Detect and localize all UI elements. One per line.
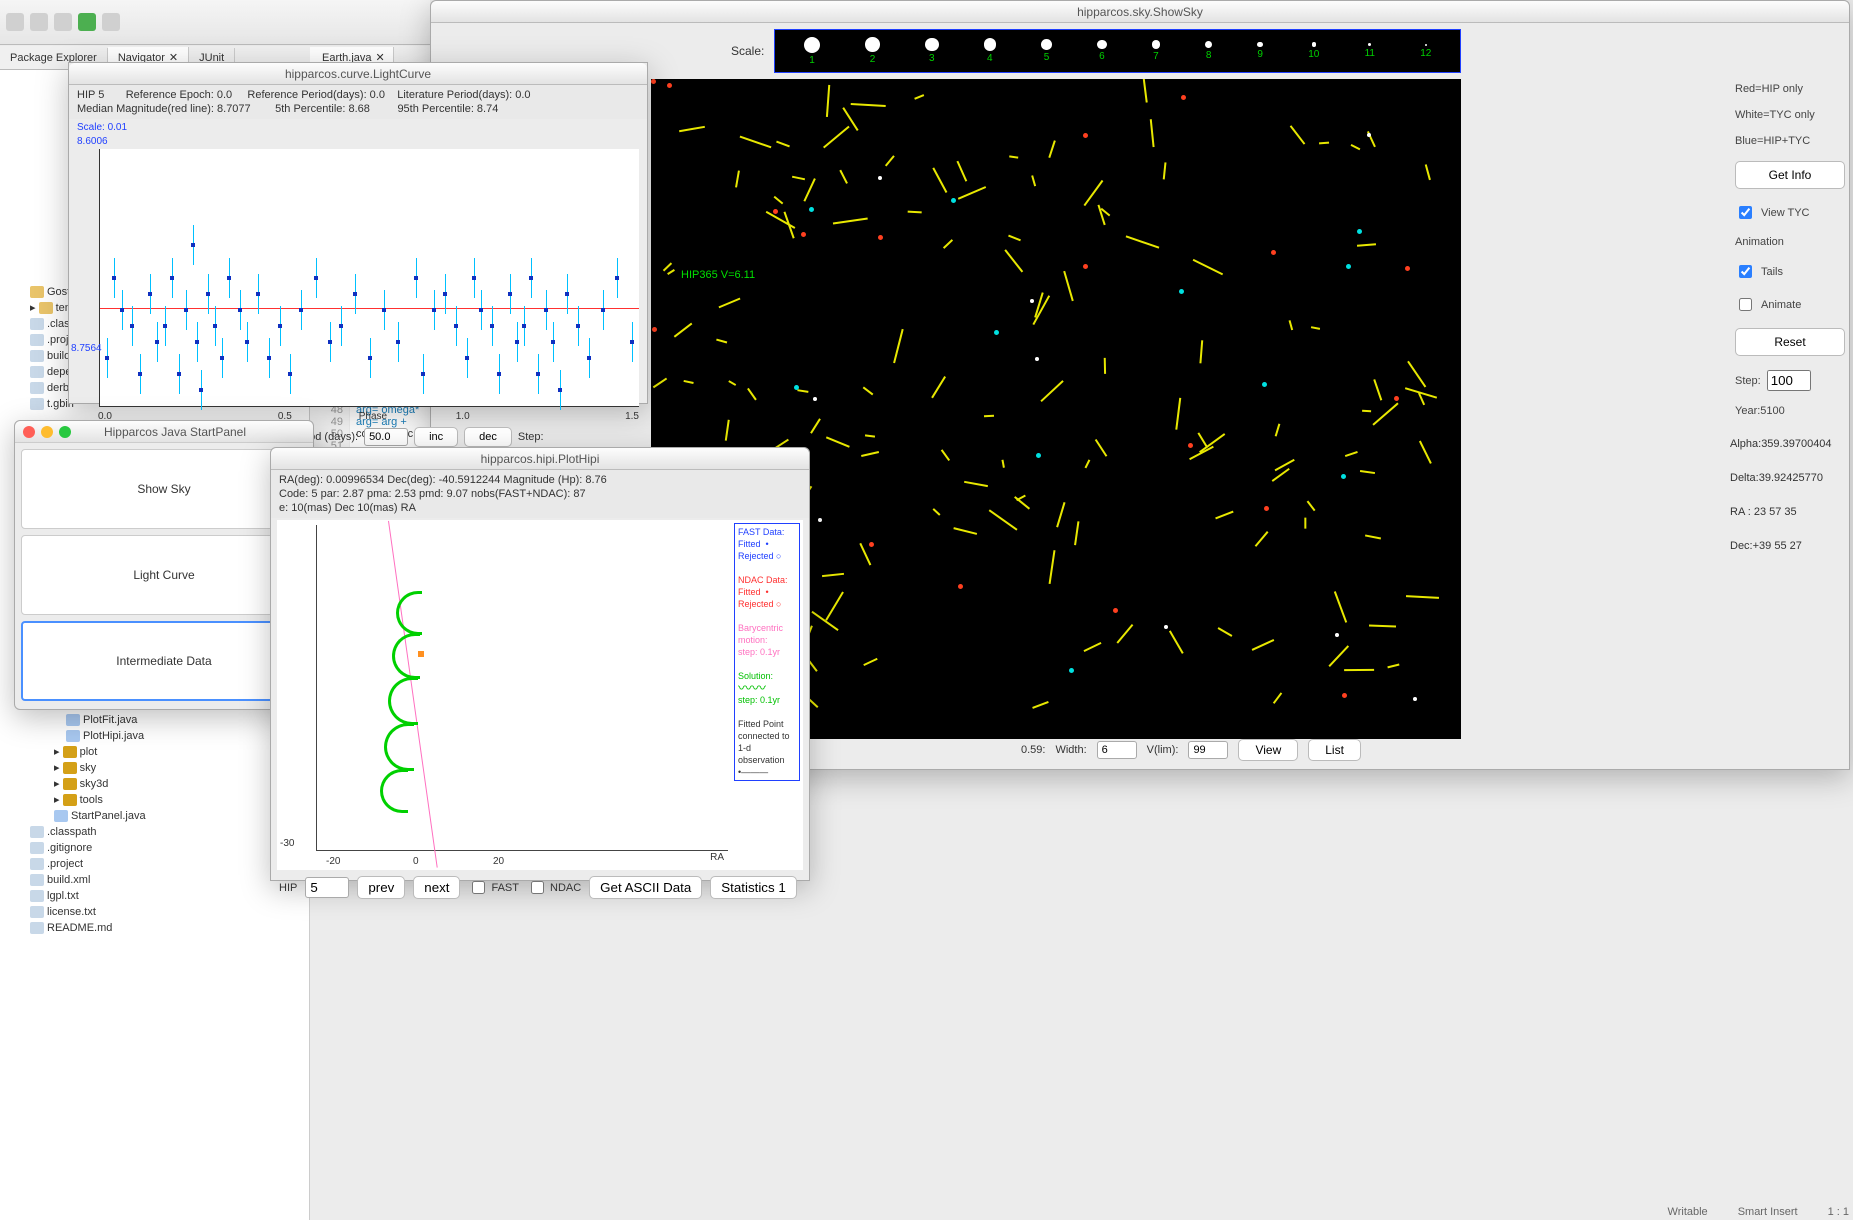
- lightcurve-window: hipparcos.curve.LightCurve HIP 5 Referen…: [68, 62, 648, 404]
- x-axis-label: Phase: [359, 411, 387, 422]
- x-tick: -20: [326, 856, 340, 867]
- tree-file[interactable]: PlotHipi.java: [2, 728, 307, 744]
- x-axis: [316, 850, 728, 851]
- tree-file[interactable]: PlotFit.java: [2, 712, 307, 728]
- x-tick: 0: [413, 856, 419, 867]
- show-sky-button[interactable]: Show Sky: [21, 449, 307, 529]
- next-button[interactable]: next: [413, 876, 460, 899]
- median-line: [100, 308, 639, 309]
- vlim-label: V(lim):: [1147, 744, 1179, 756]
- list-button[interactable]: List: [1308, 739, 1361, 761]
- tree-file[interactable]: license.txt: [2, 904, 307, 920]
- debug-icon[interactable]: [54, 13, 72, 31]
- width-input[interactable]: [1097, 741, 1137, 759]
- fitted-point: [418, 651, 424, 657]
- tree-file[interactable]: StartPanel.java: [2, 808, 307, 824]
- scale-box[interactable]: 123456789101112: [774, 29, 1461, 73]
- statistics-button[interactable]: Statistics 1: [710, 876, 796, 899]
- lc-scale: Scale: 0.01: [77, 122, 127, 133]
- prev-button[interactable]: prev: [357, 876, 405, 899]
- scale-label: Scale:: [731, 44, 764, 58]
- width-label: Width:: [1055, 744, 1086, 756]
- lightcurve-plot[interactable]: 0.0 0.5 Phase 1.0 1.5: [99, 149, 639, 407]
- step-label: Step:: [1735, 375, 1761, 387]
- plothipi-window: hipparcos.hipi.PlotHipi RA(deg): 0.00996…: [270, 447, 810, 881]
- view-button[interactable]: View: [1238, 739, 1298, 761]
- legend-white: White=TYC only: [1735, 109, 1845, 121]
- sky-info: Alpha:359.39700404 Delta:39.92425770 RA …: [1730, 438, 1845, 552]
- ide-toolbar: [0, 0, 430, 45]
- tree-folder[interactable]: ▸ sky3d: [2, 776, 307, 792]
- delta-label: Delta:39.92425770: [1730, 472, 1845, 484]
- tree-folder[interactable]: ▸ tools: [2, 792, 307, 808]
- lc-ymid: 8.7564: [71, 343, 102, 354]
- new-icon[interactable]: [6, 13, 24, 31]
- frag-label: 0.59:: [1021, 744, 1045, 756]
- close-icon[interactable]: [23, 426, 35, 438]
- plothipi-title: hipparcos.hipi.PlotHipi: [271, 448, 809, 470]
- plothipi-footer: HIP prev next FAST NDAC Get ASCII Data S…: [271, 872, 809, 903]
- year-label: Year:5100: [1735, 405, 1845, 417]
- solution-curve: [388, 677, 418, 725]
- tree-file[interactable]: README.md: [2, 920, 307, 936]
- hip-label: HIP: [279, 882, 297, 894]
- plothipi-header: RA(deg): 0.00996534 Dec(deg): -40.591224…: [271, 470, 809, 518]
- run-icon[interactable]: [78, 13, 96, 31]
- ra-axis-label: RA: [710, 852, 724, 863]
- dec-label: Dec:+39 55 27: [1730, 540, 1845, 552]
- fast-checkbox[interactable]: FAST: [468, 878, 519, 897]
- plothipi-legend: FAST Data: Fitted • Rejected ○ NDAC Data…: [734, 523, 800, 781]
- x-tick: 1.0: [456, 411, 470, 422]
- sky-marker-label: HIP365 V=6.11: [681, 269, 755, 281]
- solution-curve: [380, 769, 408, 813]
- startpanel-window: Hipparcos Java StartPanel Show Sky Light…: [14, 420, 314, 710]
- tree-folder[interactable]: ▸ plot: [2, 744, 307, 760]
- animation-label: Animation: [1735, 236, 1845, 248]
- showsky-title: hipparcos.sky.ShowSky: [431, 1, 1849, 23]
- save-icon[interactable]: [30, 13, 48, 31]
- ra-label: RA : 23 57 35: [1730, 506, 1845, 518]
- step-label: Step:: [518, 431, 544, 443]
- light-curve-button[interactable]: Light Curve: [21, 535, 307, 615]
- tails-checkbox[interactable]: Tails: [1735, 262, 1845, 281]
- get-ascii-button[interactable]: Get ASCII Data: [589, 876, 702, 899]
- solution-curve: [384, 723, 414, 771]
- x-tick: 20: [493, 856, 504, 867]
- tree-file[interactable]: lgpl.txt: [2, 888, 307, 904]
- intermediate-data-button[interactable]: Intermediate Data: [21, 621, 307, 701]
- sky-side-panel: Red=HIP only White=TYC only Blue=HIP+TYC…: [1735, 83, 1845, 417]
- lightcurve-header: HIP 5 Reference Epoch: 0.0 Reference Per…: [69, 85, 647, 119]
- legend-blue: Blue=HIP+TYC: [1735, 135, 1845, 147]
- legend-red: Red=HIP only: [1735, 83, 1845, 95]
- x-tick: 1.5: [625, 411, 639, 422]
- y-axis: [316, 525, 317, 851]
- lightcurve-title: hipparcos.curve.LightCurve: [69, 63, 647, 85]
- tree-file[interactable]: .classpath: [2, 824, 307, 840]
- dec-button[interactable]: dec: [464, 427, 512, 447]
- animate-checkbox[interactable]: Animate: [1735, 295, 1845, 314]
- y-tick: -30: [280, 838, 294, 849]
- view-tyc-checkbox[interactable]: View TYC: [1735, 203, 1845, 222]
- inc-button[interactable]: inc: [414, 427, 458, 447]
- vlim-input[interactable]: [1188, 741, 1228, 759]
- get-info-button[interactable]: Get Info: [1735, 161, 1845, 189]
- alpha-label: Alpha:359.39700404: [1730, 438, 1845, 450]
- tree-file[interactable]: build.xml: [2, 872, 307, 888]
- ndac-checkbox[interactable]: NDAC: [527, 878, 581, 897]
- tree-folder[interactable]: ▸ sky: [2, 760, 307, 776]
- plothipi-plot[interactable]: -30 -20 0 20 RA FAST Data: Fitted • Reje…: [277, 520, 803, 870]
- tree-file[interactable]: .gitignore: [2, 840, 307, 856]
- trial-period-input[interactable]: [364, 428, 408, 446]
- step-input[interactable]: [1767, 370, 1811, 391]
- hip-input[interactable]: [305, 877, 349, 898]
- tree-file[interactable]: .project: [2, 856, 307, 872]
- solution-curve: [392, 633, 420, 679]
- sky-bottom-bar: 0.59: Width: V(lim): View List: [1021, 737, 1531, 763]
- lc-ytop: 8.6006: [77, 136, 108, 147]
- build-icon[interactable]: [102, 13, 120, 31]
- startpanel-title: Hipparcos Java StartPanel: [15, 421, 313, 443]
- status-bar: WritableSmart Insert1 : 1: [1668, 1206, 1849, 1218]
- reset-button[interactable]: Reset: [1735, 328, 1845, 356]
